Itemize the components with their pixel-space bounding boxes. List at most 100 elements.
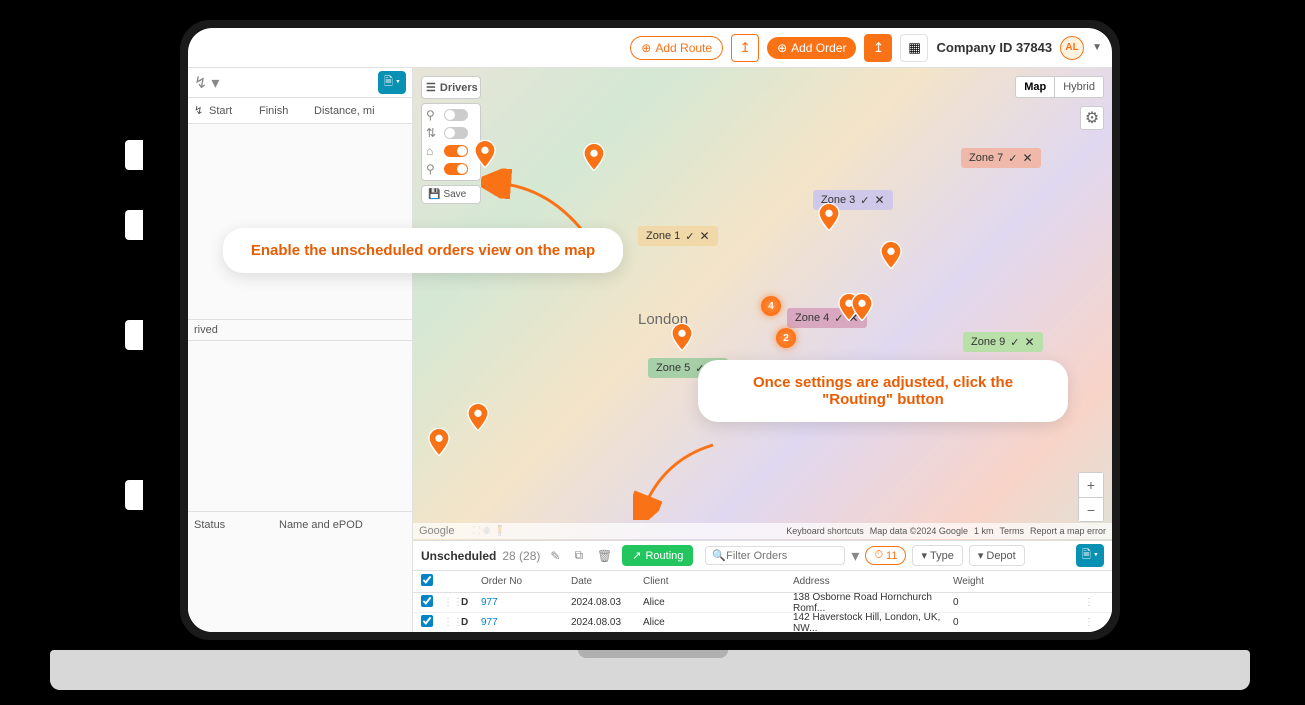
chevron-down-icon[interactable]: ▼ [1092, 42, 1102, 53]
map-type-map[interactable]: Map [1016, 77, 1054, 97]
toggle-routes[interactable] [444, 127, 468, 139]
file-dropdown-bottom[interactable]: 🗎 ▾ [1076, 544, 1104, 567]
edit-icon[interactable]: ✎ [546, 547, 564, 565]
row-checkbox[interactable] [421, 595, 433, 607]
row-date: 2024.08.03 [571, 617, 643, 628]
col-orderno: Order No [481, 576, 571, 587]
trash-icon[interactable]: 🗑 [593, 547, 616, 565]
check-icon[interactable]: ✓ [685, 230, 694, 243]
table-row[interactable]: ⋮⋮ D 977 2024.08.03 Alice 142 Haverstock… [413, 613, 1112, 632]
route-icon: ⇅ [426, 126, 440, 140]
cluster-bubble[interactable]: 4 [761, 296, 781, 316]
link-icon[interactable]: ↯ [194, 73, 207, 93]
zoom-in-button[interactable]: + [1079, 473, 1103, 497]
col-date: Date [571, 576, 643, 587]
map-scale: 1 km [974, 526, 994, 536]
map-pin[interactable] [880, 241, 902, 269]
row-address: 138 Osborne Road Hornchurch Romf... [793, 592, 953, 614]
map-attribution: Google Keyboard shortcuts Map data ©2024… [413, 523, 1112, 539]
check-icon[interactable]: ✓ [860, 194, 869, 207]
map-pin[interactable] [467, 403, 489, 431]
close-icon[interactable]: ✕ [874, 193, 884, 207]
table-row[interactable]: ⋮⋮ D 977 2024.08.03 Alice 138 Osborne Ro… [413, 593, 1112, 613]
app-header: ⊕ Add Route ↥ ⊕ Add Order ↥ ▦ Company ID… [188, 28, 1112, 68]
row-client: Alice [643, 617, 793, 628]
row-weight: 0 [953, 597, 1013, 608]
unscheduled-count: 28 (28) [502, 549, 540, 563]
add-route-label: Add Route [655, 41, 712, 55]
map-pin[interactable] [583, 143, 605, 171]
keyboard-shortcuts[interactable]: Keyboard shortcuts [786, 526, 864, 536]
zone-7-badge[interactable]: Zone 7✓✕ [961, 148, 1041, 168]
upload-route-icon[interactable]: ↥ [731, 34, 759, 62]
time-counter[interactable]: ⏱11 [865, 546, 906, 565]
check-icon[interactable]: ✓ [1008, 152, 1017, 165]
gear-icon[interactable]: ⚙ [1080, 106, 1104, 130]
col-status: Status [194, 519, 279, 531]
cluster-bubble[interactable]: 2 [776, 328, 796, 348]
col-finish: Finish [259, 105, 314, 117]
row-orderno[interactable]: 977 [481, 617, 571, 628]
avatar[interactable]: AL [1060, 36, 1084, 60]
add-order-button[interactable]: ⊕ Add Order [767, 37, 856, 59]
map-pin[interactable] [428, 428, 450, 456]
terms-link[interactable]: Terms [999, 526, 1024, 536]
toggle-unscheduled[interactable] [444, 163, 468, 175]
check-icon[interactable]: ✓ [1010, 336, 1019, 349]
toggle-depots[interactable] [444, 145, 468, 157]
annotation-1: Enable the unscheduled orders view on th… [223, 228, 623, 273]
drag-handle-icon[interactable]: ⋮⋮ [443, 617, 461, 628]
row-checkbox[interactable] [421, 615, 433, 627]
zoom-out-button[interactable]: − [1079, 497, 1103, 521]
filter-icon[interactable]: ▾ [211, 73, 219, 93]
toggle-pins[interactable] [444, 109, 468, 121]
map-type-hybrid[interactable]: Hybrid [1054, 77, 1103, 97]
copy-icon[interactable]: ⧉ [570, 546, 587, 565]
kebab-icon[interactable]: ⋮ [1084, 597, 1104, 608]
map-pin[interactable] [851, 293, 873, 321]
file-dropdown[interactable]: 🗎 ▾ [378, 71, 406, 94]
close-icon[interactable]: ✕ [699, 229, 709, 243]
zone-9-badge[interactable]: Zone 9✓✕ [963, 332, 1043, 352]
add-order-label: Add Order [791, 41, 846, 55]
row-orderno[interactable]: 977 [481, 597, 571, 608]
pin-icon: ⚲ [426, 108, 440, 122]
map-pin[interactable] [818, 203, 840, 231]
zone-1-badge[interactable]: Zone 1✓✕ [638, 226, 718, 246]
row-weight: 0 [953, 617, 1013, 628]
filter-icon[interactable]: ▾ [851, 546, 859, 566]
plus-circle-icon: ⊕ [641, 41, 651, 55]
marker-icon: ⚲ [426, 162, 440, 176]
row-d: D [461, 597, 481, 608]
map-pin[interactable] [671, 323, 693, 351]
close-icon[interactable]: ✕ [1024, 335, 1034, 349]
report-error-link[interactable]: Report a map error [1030, 526, 1106, 536]
unscheduled-panel: Unscheduled 28 (28) ✎ ⧉ 🗑 ↗Routing 🔍 ▾ ⏱… [413, 540, 1112, 632]
map-pin[interactable] [474, 140, 496, 168]
close-icon[interactable]: ✕ [1022, 151, 1032, 165]
plus-circle-icon: ⊕ [777, 41, 787, 55]
type-dropdown[interactable]: ▾ Type [912, 545, 962, 566]
row-d: D [461, 617, 481, 628]
depot-icon: ⌂ [426, 144, 440, 158]
company-id-label: Company ID 37843 [936, 40, 1052, 55]
google-logo: Google [419, 525, 454, 537]
col-weight: Weight [953, 576, 1013, 587]
map[interactable]: London ☰Drivers ⚲ ⇅ ⌂ ⚲ 💾Save [413, 68, 1112, 632]
routing-button[interactable]: ↗Routing [622, 545, 693, 566]
save-button[interactable]: 💾Save [421, 185, 481, 204]
upload-order-icon[interactable]: ↥ [864, 34, 892, 62]
add-route-button[interactable]: ⊕ Add Route [630, 36, 723, 60]
grid-icon[interactable]: ▦ [900, 34, 928, 62]
search-icon: 🔍 [712, 549, 726, 562]
hamburger-icon[interactable]: ☰ [426, 81, 436, 94]
select-all-checkbox[interactable] [421, 574, 433, 586]
link-col-icon: ↯ [194, 104, 209, 117]
kebab-icon[interactable]: ⋮ [1084, 617, 1104, 628]
row-date: 2024.08.03 [571, 597, 643, 608]
drag-handle-icon[interactable]: ⋮⋮ [443, 597, 461, 608]
save-icon: 💾 [428, 189, 440, 200]
depot-dropdown[interactable]: ▾ Depot [969, 545, 1025, 566]
filter-orders-input[interactable] [726, 550, 838, 562]
clock-icon: ⏱ [874, 549, 883, 562]
